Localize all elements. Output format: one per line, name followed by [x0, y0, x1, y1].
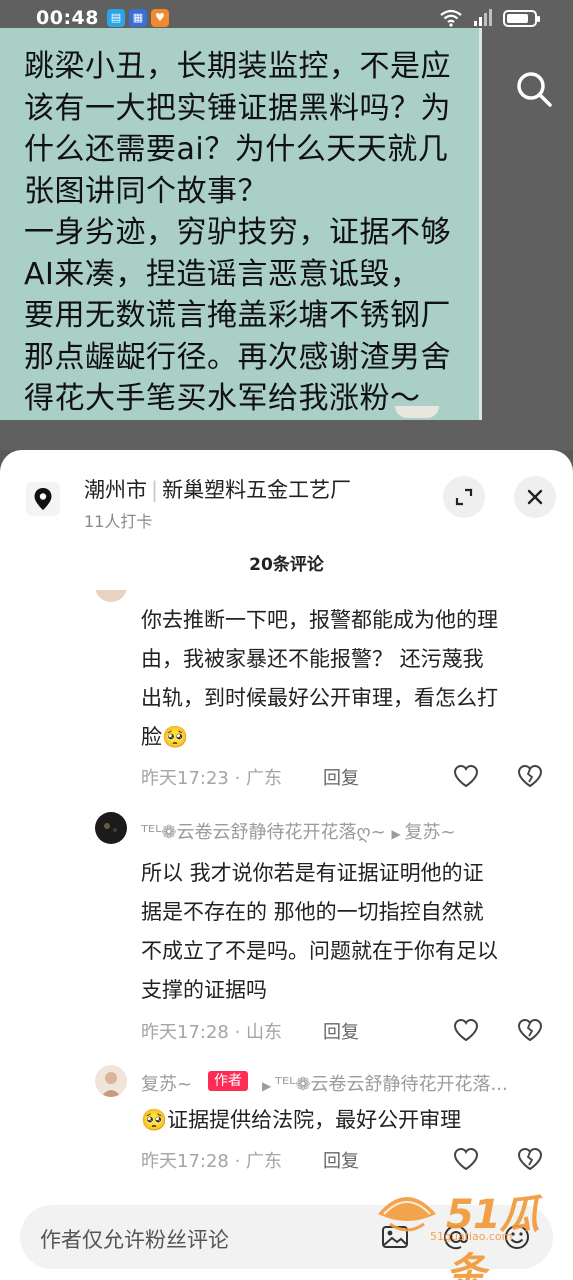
comment-username[interactable]: 复苏~ — [141, 1070, 192, 1096]
comment-line: 脸🥺 — [141, 725, 189, 749]
location-checkins: 11人打卡 — [84, 512, 153, 531]
expand-button[interactable] — [443, 476, 485, 518]
image-picker-icon[interactable] — [380, 1222, 410, 1252]
post-image-line: 那点龌龊行径。再次感谢渣男舍 — [24, 339, 451, 375]
avatar[interactable] — [95, 590, 127, 602]
comment-line: 支撑的证据吗 — [141, 978, 267, 1002]
comment-text: 你去推断一下吧，报警都能成为他的理 由，我被家暴还不能报警？ 还污蔑我 出轨，到… — [141, 601, 561, 757]
reply-button[interactable]: 回复 — [323, 764, 359, 790]
post-image: 跳梁小丑，长期装监控，不是应 该有一大把实锤证据黑料吗？为 什么还需要ai？为什… — [0, 28, 482, 420]
dislike-icon[interactable] — [516, 762, 544, 790]
reply-to-target[interactable]: ▶ ᵀᴱᴸ❁云卷云舒静待花开花落... — [262, 1070, 508, 1096]
post-image-line: 要用无数谎言掩盖彩塘不锈钢厂 — [24, 298, 451, 333]
book-app-icon: ▤ — [106, 9, 125, 27]
emoji-icon[interactable] — [502, 1222, 532, 1252]
comment-username-text: ᵀᴱᴸ❁云卷云舒静待花开花落ღ~ — [141, 822, 386, 843]
comment-input-placeholder: 作者仅允许粉丝评论 — [40, 1228, 229, 1252]
battery-level — [507, 13, 528, 23]
search-icon[interactable] — [513, 68, 555, 110]
reply-to-username: 复苏~ — [404, 822, 456, 843]
reply-arrow-icon: ▶ — [391, 827, 405, 841]
location-city: 潮州市 — [84, 478, 147, 502]
post-image-line: AI来凑，捏造谣言恶意诋毁， — [24, 256, 421, 292]
reply-to-username: ᵀᴱᴸ❁云卷云舒静待花开花落... — [275, 1074, 508, 1095]
comment-text: 🥺证据提供给法院，最好公开审理 — [141, 1101, 561, 1140]
comment-list[interactable]: 你去推断一下吧，报警都能成为他的理 由，我被家暴还不能报警？ 还污蔑我 出轨，到… — [0, 590, 573, 1190]
comment-input[interactable]: 作者仅允许粉丝评论 — [20, 1205, 553, 1269]
comment-line: 出轨，到时候最好公开审理，看怎么打 — [141, 686, 498, 710]
teacup-decoration — [395, 406, 439, 418]
reply-button[interactable]: 回复 — [323, 1018, 359, 1044]
like-icon[interactable] — [452, 1145, 480, 1173]
notification-icons: ▤ ▦ ♥ — [106, 9, 169, 27]
reply-button[interactable]: 回复 — [323, 1147, 359, 1173]
heart-app-icon: ♥ — [150, 9, 169, 27]
avatar[interactable] — [95, 1065, 127, 1097]
comment-line: 所以 我才说你若是有证据证明他的证 — [141, 861, 484, 885]
comment-sheet: 潮州市 | 新巢塑料五金工艺厂 11人打卡 20条评论 你去推断一下吧，报警都能成为… — [0, 450, 573, 1280]
reply-arrow-icon: ▶ — [262, 1079, 276, 1093]
comment-line: 🥺证据提供给法院，最好公开审理 — [141, 1108, 462, 1132]
post-image-line: 什么还需要ai？为什么天天就几 — [24, 132, 449, 167]
post-image-line: 张图讲同个故事？ — [24, 173, 268, 209]
location-separator: | — [151, 478, 159, 502]
comment-meta: 昨天17:23 · 广东 — [141, 768, 283, 789]
comment-meta: 昨天17:28 · 山东 — [141, 1022, 283, 1043]
post-image-line: 一身劣迹，穷驴技穷，证据不够 — [24, 215, 451, 250]
comment-username[interactable]: ᵀᴱᴸ❁云卷云舒静待花开花落ღ~ ▶ 复苏~ — [141, 818, 456, 844]
comment-meta: 昨天17:28 · 广东 — [141, 1151, 283, 1172]
author-badge: 作者 — [208, 1071, 248, 1091]
avatar[interactable] — [95, 812, 127, 844]
location-pin-icon — [26, 482, 60, 516]
file-app-icon: ▦ — [128, 9, 147, 27]
post-image-area[interactable]: 跳梁小丑，长期装监控，不是应 该有一大把实锤证据黑料吗？为 什么还需要ai？为什… — [0, 0, 573, 450]
expand-icon — [455, 488, 473, 506]
comment-line: 由，我被家暴还不能报警？ 还污蔑我 — [141, 647, 484, 671]
location-title: 潮州市 | 新巢塑料五金工艺厂 — [84, 474, 351, 504]
comment-line: 不成立了不是吗。问题就在于你有足以 — [141, 939, 498, 963]
avatar-image — [101, 1072, 121, 1097]
comment-count: 20条评论 — [249, 555, 324, 575]
location-name: 新巢塑料五金工艺厂 — [162, 478, 352, 502]
status-time: 00:48 — [36, 7, 99, 29]
wifi-icon — [440, 9, 462, 27]
comment-line: 你去推断一下吧，报警都能成为他的理 — [141, 608, 498, 632]
like-icon[interactable] — [452, 762, 480, 790]
close-button[interactable] — [514, 476, 556, 518]
post-image-line: 该有一大把实锤证据黑料吗？为 — [24, 90, 451, 126]
dislike-icon[interactable] — [516, 1016, 544, 1044]
comment-line: 据是不存在的 那他的一切指控自然就 — [141, 900, 484, 924]
close-icon — [527, 489, 543, 505]
like-icon[interactable] — [452, 1016, 480, 1044]
avatar-image — [104, 823, 117, 832]
dislike-icon[interactable] — [516, 1145, 544, 1173]
mention-icon[interactable] — [441, 1222, 471, 1252]
signal-icon — [474, 9, 492, 26]
comment-text: 所以 我才说你若是有证据证明他的证 据是不存在的 那他的一切指控自然就 不成立了… — [141, 854, 561, 1010]
status-bar: 00:48 ▤ ▦ ♥ — [0, 0, 573, 64]
battery-icon — [503, 9, 540, 27]
